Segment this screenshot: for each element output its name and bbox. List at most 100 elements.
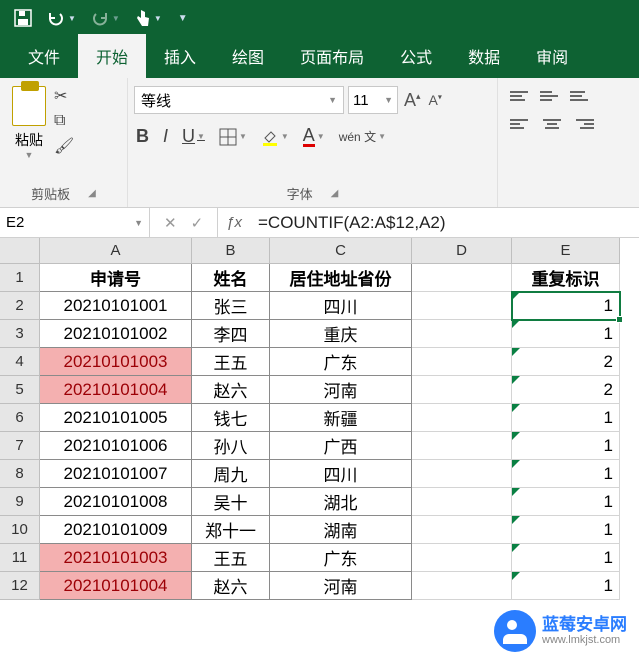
font-size-select[interactable]: 11 ▼ <box>348 86 398 114</box>
align-center-button[interactable] <box>540 114 564 134</box>
cell-B7[interactable]: 孙八 <box>192 432 270 460</box>
cell-E1[interactable]: 重复标识 <box>512 264 620 292</box>
align-bottom-button[interactable] <box>570 86 594 106</box>
cell-C9[interactable]: 湖北 <box>270 488 412 516</box>
cell-E11[interactable]: 1 <box>512 544 620 572</box>
cell-A1[interactable]: 申请号 <box>40 264 192 292</box>
cell-A2[interactable]: 20210101001 <box>40 292 192 320</box>
name-box[interactable]: E2 ▼ <box>0 208 150 237</box>
align-left-button[interactable] <box>510 114 534 134</box>
cell-D4[interactable] <box>412 348 512 376</box>
row-header[interactable]: 10 <box>0 516 40 544</box>
col-header-B[interactable]: B <box>192 238 270 264</box>
row-header[interactable]: 9 <box>0 488 40 516</box>
cell-E10[interactable]: 1 <box>512 516 620 544</box>
cell-D6[interactable] <box>412 404 512 432</box>
cell-A5[interactable]: 20210101004 <box>40 376 192 404</box>
cell-D11[interactable] <box>412 544 512 572</box>
row-header[interactable]: 1 <box>0 264 40 292</box>
cell-D10[interactable] <box>412 516 512 544</box>
cell-C2[interactable]: 四川 <box>270 292 412 320</box>
tab-formulas[interactable]: 公式 <box>382 34 450 78</box>
cell-C3[interactable]: 重庆 <box>270 320 412 348</box>
cell-E12[interactable]: 1 <box>512 572 620 600</box>
cell-D9[interactable] <box>412 488 512 516</box>
cell-A9[interactable]: 20210101008 <box>40 488 192 516</box>
cell-B10[interactable]: 郑十一 <box>192 516 270 544</box>
row-header[interactable]: 7 <box>0 432 40 460</box>
cell-C11[interactable]: 广东 <box>270 544 412 572</box>
cell-A12[interactable]: 20210101004 <box>40 572 192 600</box>
col-header-D[interactable]: D <box>412 238 512 264</box>
row-header[interactable]: 5 <box>0 376 40 404</box>
cell-A11[interactable]: 20210101003 <box>40 544 192 572</box>
tab-review[interactable]: 审阅 <box>518 34 586 78</box>
cell-E5[interactable]: 2 <box>512 376 620 404</box>
cell-C4[interactable]: 广东 <box>270 348 412 376</box>
undo-button[interactable]: ▼ <box>40 5 82 31</box>
copy-button[interactable]: ⧉ <box>54 112 74 130</box>
cell-C7[interactable]: 广西 <box>270 432 412 460</box>
borders-button[interactable]: ▼ <box>217 126 249 148</box>
cell-E8[interactable]: 1 <box>512 460 620 488</box>
selection-handle[interactable] <box>616 316 623 323</box>
touch-mode-button[interactable]: ▼ <box>128 4 168 32</box>
cell-E2[interactable]: 1 <box>512 292 620 320</box>
dialog-launcher-icon[interactable]: ◢ <box>88 188 96 199</box>
row-header[interactable]: 8 <box>0 460 40 488</box>
increase-font-button[interactable]: A▴ <box>402 90 423 111</box>
cell-B1[interactable]: 姓名 <box>192 264 270 292</box>
accept-formula-button[interactable]: ✓ <box>191 214 204 232</box>
cell-D2[interactable] <box>412 292 512 320</box>
cell-D5[interactable] <box>412 376 512 404</box>
tab-draw[interactable]: 绘图 <box>214 34 282 78</box>
cell-E7[interactable]: 1 <box>512 432 620 460</box>
dialog-launcher-icon[interactable]: ◢ <box>331 188 339 199</box>
cell-C12[interactable]: 河南 <box>270 572 412 600</box>
cell-E3[interactable]: 1 <box>512 320 620 348</box>
format-painter-button[interactable]: 🖌 <box>54 136 74 156</box>
fx-icon[interactable]: ƒx <box>218 208 250 237</box>
cell-B5[interactable]: 赵六 <box>192 376 270 404</box>
cell-C6[interactable]: 新疆 <box>270 404 412 432</box>
cell-D1[interactable] <box>412 264 512 292</box>
paste-button[interactable]: 粘贴 ▼ <box>6 82 52 164</box>
fill-color-button[interactable]: ▼ <box>259 126 291 148</box>
underline-button[interactable]: U▼ <box>180 124 207 149</box>
align-middle-button[interactable] <box>540 86 564 106</box>
tab-data[interactable]: 数据 <box>450 34 518 78</box>
cancel-formula-button[interactable]: ✕ <box>164 214 177 232</box>
align-right-button[interactable] <box>570 114 594 134</box>
tab-file[interactable]: 文件 <box>10 34 78 78</box>
row-header[interactable]: 3 <box>0 320 40 348</box>
cell-C8[interactable]: 四川 <box>270 460 412 488</box>
col-header-A[interactable]: A <box>40 238 192 264</box>
cell-B4[interactable]: 王五 <box>192 348 270 376</box>
align-top-button[interactable] <box>510 86 534 106</box>
cut-button[interactable]: ✂ <box>54 86 74 106</box>
row-header[interactable]: 2 <box>0 292 40 320</box>
cell-A3[interactable]: 20210101002 <box>40 320 192 348</box>
cell-E6[interactable]: 1 <box>512 404 620 432</box>
cell-A10[interactable]: 20210101009 <box>40 516 192 544</box>
cell-D12[interactable] <box>412 572 512 600</box>
save-button[interactable] <box>8 5 38 31</box>
cell-B9[interactable]: 吴十 <box>192 488 270 516</box>
cell-A8[interactable]: 20210101007 <box>40 460 192 488</box>
cell-C5[interactable]: 河南 <box>270 376 412 404</box>
cell-A4[interactable]: 20210101003 <box>40 348 192 376</box>
cell-C1[interactable]: 居住地址省份 <box>270 264 412 292</box>
select-all-corner[interactable] <box>0 238 40 264</box>
cell-B3[interactable]: 李四 <box>192 320 270 348</box>
row-header[interactable]: 4 <box>0 348 40 376</box>
font-name-select[interactable]: 等线 ▼ <box>134 86 344 114</box>
cell-B6[interactable]: 钱七 <box>192 404 270 432</box>
row-header[interactable]: 12 <box>0 572 40 600</box>
cell-B12[interactable]: 赵六 <box>192 572 270 600</box>
cell-A7[interactable]: 20210101006 <box>40 432 192 460</box>
cell-D3[interactable] <box>412 320 512 348</box>
tab-layout[interactable]: 页面布局 <box>282 34 382 78</box>
cell-B8[interactable]: 周九 <box>192 460 270 488</box>
customize-qat-button[interactable]: ▼ <box>170 9 194 28</box>
cell-E4[interactable]: 2 <box>512 348 620 376</box>
